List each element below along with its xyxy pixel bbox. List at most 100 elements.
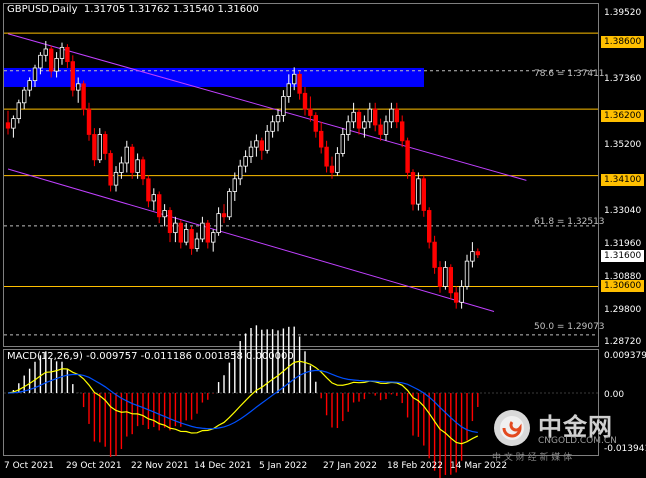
time-tick-label: 5 Jan 2022 [259, 461, 308, 471]
candle-body [426, 210, 432, 243]
candle-body [43, 48, 48, 56]
price-tick-label: 1.33040 [604, 206, 642, 216]
candle-body [248, 146, 254, 158]
candle-body [270, 121, 275, 132]
candle-body [416, 178, 421, 205]
time-tick-label: 14 Dec 2021 [194, 461, 252, 471]
candle-body [227, 191, 232, 218]
candle-body [232, 178, 237, 192]
candle-body [367, 108, 372, 123]
candle-body [405, 140, 410, 173]
candle-body [329, 165, 335, 173]
candle-body [362, 121, 367, 129]
candle-body [119, 162, 124, 173]
candle-body [383, 121, 389, 135]
candle-body [345, 121, 351, 135]
candle-body [437, 267, 443, 287]
candle-body [81, 83, 86, 110]
candle-body [27, 80, 32, 91]
candle-body [453, 292, 459, 303]
candle-body [475, 251, 480, 256]
ohlc-values: 1.31705 1.31762 1.31540 1.31600 [83, 4, 259, 15]
candle-body [49, 48, 54, 72]
price-tick-label: 1.28720 [604, 337, 642, 347]
candle-body [221, 213, 227, 218]
candle-body [70, 61, 75, 91]
candle-body [11, 118, 16, 129]
candle-body [178, 222, 183, 243]
symbol-label: GBPUSD,Daily [7, 4, 78, 15]
price-tick-label: 1.29800 [604, 305, 642, 315]
candle-body [286, 83, 291, 97]
candle-body [76, 83, 81, 91]
candle-body [264, 130, 270, 151]
time-tick-label: 18 Feb 2022 [387, 461, 444, 471]
chart-window[interactable]: GBPUSD,Daily 1.31705 1.31762 1.31540 1.3… [0, 0, 646, 478]
candle-body [237, 165, 243, 180]
watermark: 中金网 CNGOLD.COM.CN 中 文 财 经 新 媒 体 [490, 404, 640, 464]
candle-body [189, 229, 194, 249]
price-tick-label: 1.35200 [604, 140, 642, 150]
candle-body [129, 146, 135, 173]
candle-body [216, 213, 221, 234]
candle-body [162, 210, 167, 218]
candle-body [124, 146, 129, 164]
time-tick-label: 27 Jan 2022 [323, 461, 377, 471]
candle-body [173, 222, 178, 234]
current-price-tag: 1.31600 [601, 250, 645, 262]
price-tick-label: 1.31960 [604, 239, 642, 249]
time-tick-label: 7 Oct 2021 [4, 461, 54, 471]
candle-body [135, 159, 140, 173]
candle-body [243, 156, 248, 167]
macd-header: MACD(12,26,9) -0.009757 -0.011186 0.0018… [7, 351, 294, 362]
candle-body [275, 115, 281, 123]
channel-line [7, 168, 495, 312]
time-tick-label: 22 Nov 2021 [131, 461, 189, 471]
candle-body [313, 115, 318, 132]
chart-header: GBPUSD,Daily 1.31705 1.31762 1.31540 1.3… [7, 4, 259, 15]
candle-body [65, 46, 70, 63]
candle-body [443, 267, 448, 287]
candle-body [151, 194, 156, 202]
candle-body [399, 121, 405, 142]
candle-body [113, 172, 119, 186]
time-tick-label: 29 Oct 2021 [66, 461, 122, 471]
candle-body [16, 102, 21, 120]
candle-body [410, 172, 416, 205]
candle-body [254, 140, 259, 148]
macd-tick-label: 0.00 [604, 390, 625, 400]
level-tag: 1.36200 [601, 110, 645, 122]
candle-body [259, 140, 264, 151]
candle-body [97, 134, 102, 161]
fib-label-500: 50.0 = 1.29073 [534, 322, 605, 332]
candle-body [183, 229, 189, 243]
price-tick-label: 1.37360 [604, 74, 642, 84]
level-tag: 1.38600 [601, 36, 645, 48]
candle-body [351, 111, 356, 123]
candle-body [205, 222, 210, 243]
candle-body [372, 108, 378, 126]
level-tag: 1.30600 [601, 280, 645, 292]
candle-body [318, 130, 324, 148]
candle-body [194, 238, 200, 249]
candle-body [167, 210, 173, 234]
candle-body [291, 73, 297, 85]
candle-body [448, 267, 453, 294]
candle-body [59, 46, 65, 59]
candle-body [459, 286, 464, 303]
watermark-domain: CNGOLD.COM.CN [538, 436, 617, 446]
candle-body [5, 122, 11, 129]
candle-body [464, 260, 470, 287]
candle-body [281, 96, 286, 116]
candle-body [92, 134, 97, 161]
watermark-tagline: 中 文 财 经 新 媒 体 [492, 453, 573, 463]
candle-body [378, 124, 383, 135]
candle-body [394, 108, 399, 123]
candle-body [297, 73, 302, 94]
candle-body [432, 241, 437, 268]
fib-label-618: 61.8 = 1.32513 [534, 217, 605, 227]
candle-body [54, 58, 59, 72]
candle-body [156, 194, 162, 218]
candle-body [421, 178, 426, 211]
candle-body [302, 92, 308, 110]
